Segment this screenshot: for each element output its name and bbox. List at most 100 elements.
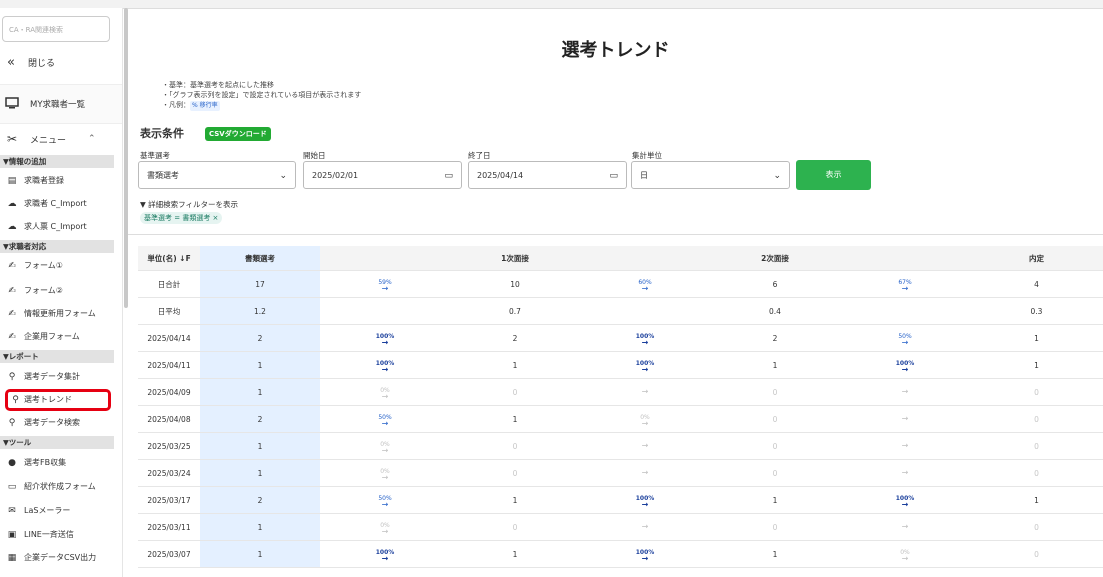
table-row: 2025/04/08 2 50% → 1 0% → 0 → 0 (138, 405, 1103, 433)
arrow-right-icon: → (901, 499, 909, 509)
note-line: ・基準：基準選考を起点にした推移 (162, 81, 274, 89)
calendar-icon[interactable]: ▭ (609, 162, 618, 190)
transition-rate: 100% → (840, 360, 970, 374)
arrow-right-icon: → (901, 387, 909, 396)
rate-cell: 100% → (840, 351, 970, 379)
count-cell: 1 (450, 486, 580, 514)
sidebar-item-selection-search[interactable]: ⚲ 選考データ検索 (0, 414, 122, 432)
count-cell: 1.2 (200, 297, 320, 325)
my-jobseekers-link[interactable]: MY求職者一覧 (0, 84, 122, 124)
sidebar-item-company-csv[interactable]: ▦ 企業データCSV出力 (0, 549, 122, 567)
sidebar-item-form1[interactable]: ✍ フォーム① (0, 257, 122, 275)
arrow-right-icon: → (381, 418, 389, 428)
note-line: ・凡例：% 移行率 (162, 100, 361, 111)
count-cell: 0.3 (970, 297, 1103, 325)
my-jobseekers-label: MY求職者一覧 (30, 100, 86, 110)
line-icon: ▣ (7, 530, 17, 540)
rate-cell: 0% → (320, 459, 450, 487)
section-header-add-info: ▼情報の追加 (0, 155, 114, 168)
section-header-tools: ▼ツール (0, 436, 114, 449)
arrow-right-icon: → (641, 468, 649, 477)
close-label: 閉じる (28, 58, 56, 69)
sidebar-item-referral-form[interactable]: ▭ 紹介状作成フォーム (0, 478, 122, 496)
row-label-cell: 2025/03/25 (138, 432, 200, 460)
menu-toggle[interactable]: ✂ メニュー ⌃ (0, 126, 122, 152)
legend-badge: % 移行率 (190, 101, 220, 111)
arrow-right-icon: → (381, 499, 389, 509)
count-cell: 4 (970, 270, 1103, 298)
start-date-input[interactable]: 2025/02/01 ▭ (303, 161, 462, 189)
sidebar-item-label: 求人票 C_Import (24, 222, 87, 231)
sidebar-item-selection-aggregate[interactable]: ⚲ 選考データ集計 (0, 368, 122, 386)
sidebar-item-jobseeker-import[interactable]: ☁ 求職者 C_Import (0, 195, 122, 213)
rate-cell: 100% → (580, 324, 710, 352)
count-cell: 1 (970, 351, 1103, 379)
unit-select[interactable]: 日 ⌄ (631, 161, 790, 189)
count-cell: 1 (710, 351, 840, 379)
detail-filter-toggle[interactable]: ▼ 詳細検索フィルターを表示 (140, 199, 238, 210)
form-icon: ✍ (8, 286, 16, 296)
sidebar-search-input[interactable]: CA・RA関連検索 (2, 16, 110, 42)
note-line: ・「グラフ表示列を設定」で設定されている項目が表示されます (162, 91, 362, 99)
csv-download-button[interactable]: CSVダウンロード (205, 127, 271, 141)
count-cell: 0 (710, 432, 840, 460)
row-label-cell: 2025/04/08 (138, 405, 200, 433)
calendar-icon[interactable]: ▭ (444, 162, 453, 190)
end-date-input[interactable]: 2025/04/14 ▭ (468, 161, 627, 189)
page-title: 選考トレンド (561, 40, 670, 61)
arrow-right-icon: → (381, 391, 389, 401)
transition-rate: → (840, 415, 970, 423)
count-cell: 10 (450, 270, 580, 298)
sidebar-item-fb-collect[interactable]: ● 選考FB収集 (0, 454, 122, 472)
count-cell: 0 (710, 513, 840, 541)
sidebar-item-joborder-import[interactable]: ☁ 求人票 C_Import (0, 218, 122, 236)
arrow-right-icon: → (641, 441, 649, 450)
show-button[interactable]: 表示 (796, 160, 871, 190)
sidebar-item-jobseeker-register[interactable]: ▤ 求職者登録 (0, 172, 122, 190)
count-cell: 0 (970, 432, 1103, 460)
count-cell: 2 (450, 324, 580, 352)
transition-rate: 0% → (320, 441, 450, 455)
count-cell: 0 (970, 513, 1103, 541)
sidebar-item-las-mailer[interactable]: ✉ LaSメーラー (0, 502, 122, 520)
chevron-up-icon: ⌃ (88, 134, 96, 144)
transition-rate: → (580, 468, 710, 477)
base-selection-select[interactable]: 書類選考 ⌄ (138, 161, 296, 189)
column-header: 1次面接 (450, 246, 580, 271)
table-header-row: 単位(名) ↓F 書類選考 1次面接 2次面接 内定 (138, 246, 1103, 271)
transition-rate: 50% → (840, 333, 970, 347)
table-row: 2025/04/14 2 100% → 2 100% → 2 50% → 1 (138, 324, 1103, 352)
rate-cell: 50% → (840, 324, 970, 352)
column-header[interactable]: 単位(名) ↓F (138, 246, 200, 271)
arrow-right-icon: → (901, 468, 909, 477)
rate-cell: 100% → (580, 351, 710, 379)
sidebar-item-form2[interactable]: ✍ フォーム② (0, 282, 122, 300)
rate-cell: 100% → (580, 486, 710, 514)
sidebar-item-line-broadcast[interactable]: ▣ LINE一斉送信 (0, 526, 122, 544)
transition-rate: 100% → (320, 360, 450, 374)
id-card-icon: ▤ (7, 176, 17, 186)
sidebar-item-company-form[interactable]: ✍ 企業用フォーム (0, 328, 122, 346)
count-cell: 0 (710, 405, 840, 433)
arrow-right-icon: → (901, 364, 909, 374)
column-header: 内定 (970, 246, 1103, 271)
unit-value: 日 (640, 171, 648, 180)
count-cell: 0.7 (450, 297, 580, 325)
conditions-title: 表示条件 (140, 127, 184, 140)
filter-chip[interactable]: 基準選考 = 書類選考 × (140, 212, 223, 224)
sidebar-item-label: 選考データ検索 (24, 418, 80, 427)
rate-cell: → (580, 432, 710, 460)
count-cell: 0 (450, 378, 580, 406)
rate-cell: → (840, 405, 970, 433)
sidebar-item-selection-trend[interactable]: ⚲ 選考トレンド (5, 389, 111, 411)
count-cell: 0 (710, 459, 840, 487)
arrow-right-icon: → (381, 283, 389, 293)
row-label-cell: 2025/03/17 (138, 486, 200, 514)
arrow-right-icon: → (641, 522, 649, 531)
sidebar-item-update-form[interactable]: ✍ 情報更新用フォーム (0, 305, 122, 323)
count-cell: 0 (970, 459, 1103, 487)
transition-rate: 59% → (320, 279, 450, 293)
rate-cell (320, 297, 450, 325)
sidebar-close-button[interactable]: « 閉じる (0, 50, 122, 74)
transition-rate: 100% → (580, 495, 710, 509)
